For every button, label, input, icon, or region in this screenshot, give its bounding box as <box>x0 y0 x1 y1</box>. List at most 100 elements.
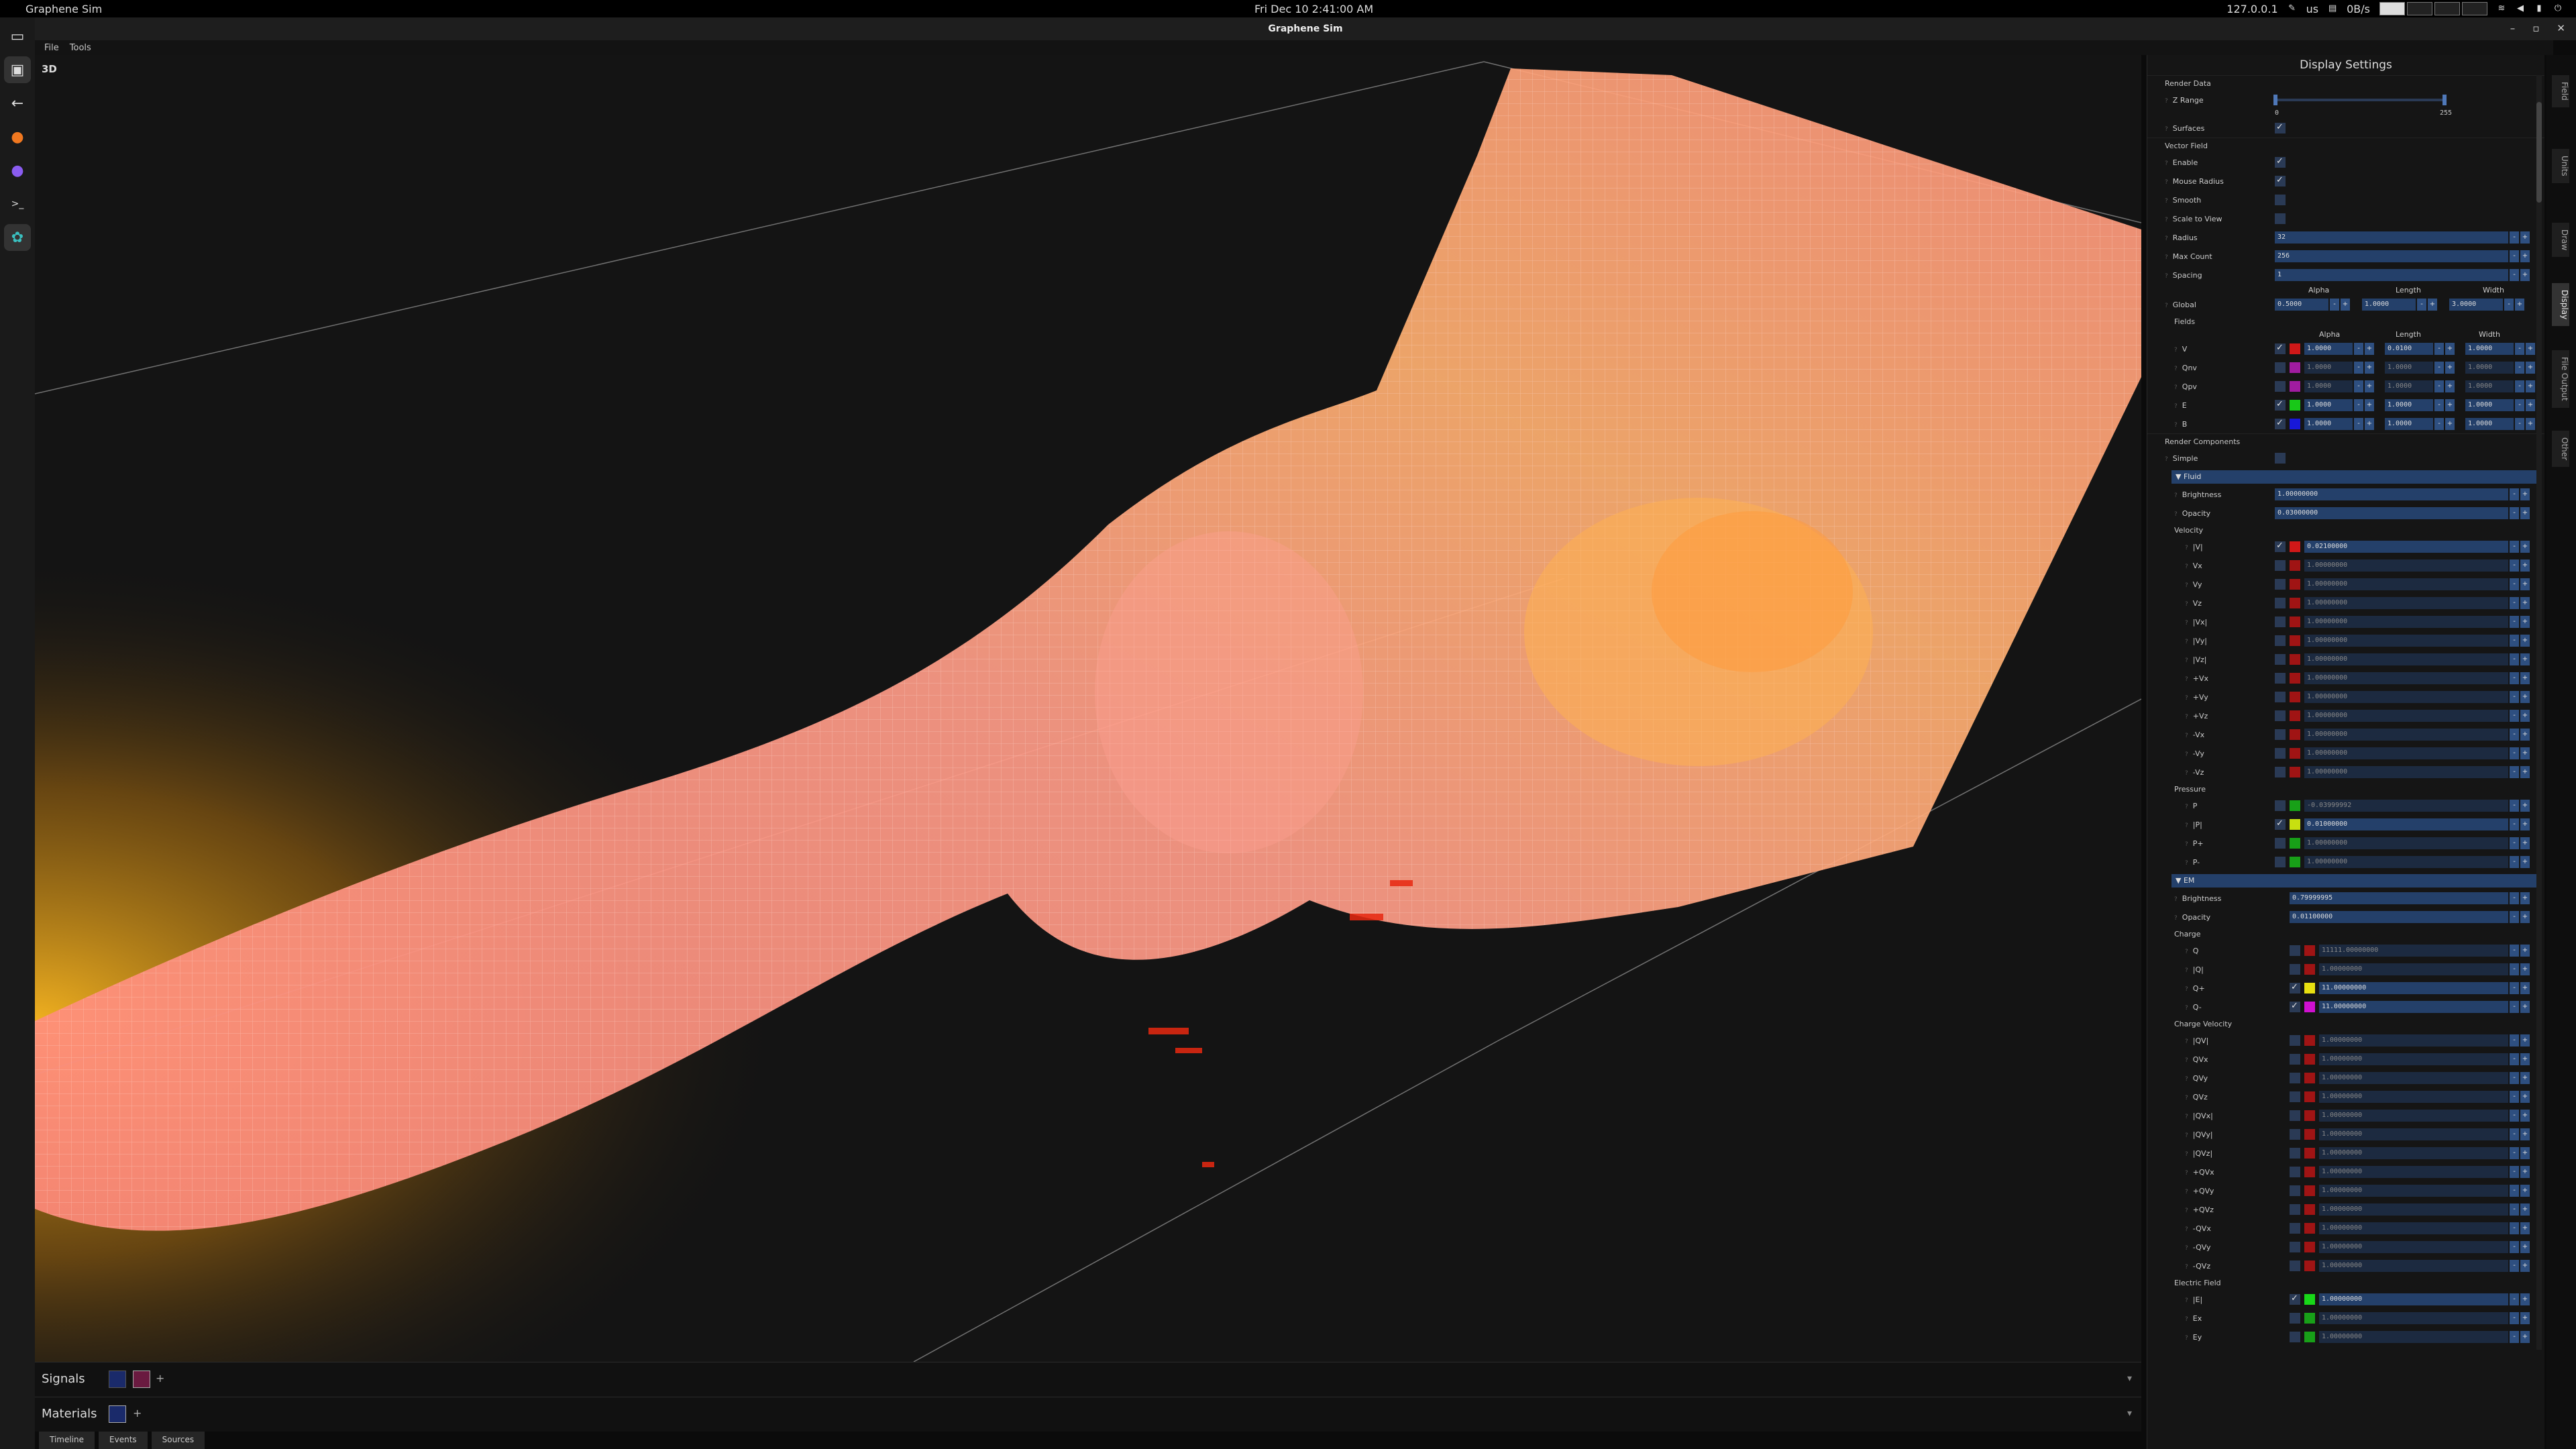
component-enable-checkbox[interactable] <box>2275 692 2286 702</box>
pen-icon[interactable]: ✎ <box>2288 4 2297 13</box>
increment-button[interactable]: + <box>2520 1001 2530 1013</box>
field-width-input[interactable]: 1.0000 <box>2465 343 2514 355</box>
decrement-button[interactable]: - <box>2515 418 2524 430</box>
field-enable-checkbox[interactable] <box>2275 343 2286 354</box>
component-enable-checkbox[interactable] <box>2290 1223 2300 1234</box>
increment-button[interactable]: + <box>2520 729 2530 741</box>
em-brightness-input[interactable]: 0.79999995 <box>2290 892 2508 904</box>
component-enable-checkbox[interactable] <box>2275 818 2286 830</box>
increment-button[interactable]: + <box>2520 488 2530 500</box>
decrement-button[interactable]: - <box>2510 507 2519 519</box>
terminal-icon[interactable]: >_ <box>4 191 31 217</box>
files-icon[interactable]: ▭ <box>4 23 31 50</box>
component-enable-checkbox[interactable] <box>2275 541 2286 552</box>
increment-button[interactable]: + <box>2445 362 2455 374</box>
component-enable-checkbox[interactable] <box>2290 1242 2300 1252</box>
settings-scroll-area[interactable]: Render Data Z Range 0 255 Surfaces Vecto… <box>2147 75 2544 1449</box>
increment-button[interactable]: + <box>2526 418 2535 430</box>
component-value-input[interactable]: 1.00000000 <box>2319 1331 2508 1343</box>
z-range-slider[interactable] <box>2275 99 2445 101</box>
component-value-input[interactable]: 1.00000000 <box>2319 1147 2508 1159</box>
chevron-down-icon[interactable]: ▾ <box>2127 1408 2132 1419</box>
decrement-button[interactable]: - <box>2510 616 2519 628</box>
component-color-swatch[interactable] <box>2304 1073 2315 1083</box>
section-electric-field[interactable]: Electric Field <box>2147 1275 2544 1290</box>
component-value-input[interactable]: 1.00000000 <box>2319 1053 2508 1065</box>
menu-tools[interactable]: Tools <box>70 43 91 53</box>
battery-icon[interactable]: ▮ <box>2534 4 2544 13</box>
increment-button[interactable]: + <box>2520 1222 2530 1234</box>
component-enable-checkbox[interactable] <box>2290 1110 2300 1121</box>
component-enable-checkbox[interactable] <box>2275 560 2286 571</box>
component-color-swatch[interactable] <box>2290 541 2300 552</box>
workspace-4[interactable] <box>2462 2 2487 15</box>
vf-smooth-checkbox[interactable] <box>2275 195 2286 205</box>
tab-timeline[interactable]: Timeline <box>39 1432 95 1449</box>
field-length-input[interactable]: 1.0000 <box>2385 380 2433 392</box>
decrement-button[interactable]: - <box>2510 963 2519 975</box>
decrement-button[interactable]: - <box>2354 418 2363 430</box>
decrement-button[interactable]: - <box>2510 1222 2519 1234</box>
app-grid-icon[interactable]: ✿ <box>4 224 31 251</box>
increment-button[interactable]: + <box>2520 1128 2530 1140</box>
increment-button[interactable]: + <box>2520 616 2530 628</box>
component-enable-checkbox[interactable] <box>2290 1129 2300 1140</box>
decrement-button[interactable]: - <box>2510 1166 2519 1178</box>
component-color-swatch[interactable] <box>2304 1313 2315 1324</box>
workspace-3[interactable] <box>2434 2 2460 15</box>
increment-button[interactable]: + <box>2520 559 2530 572</box>
component-enable-checkbox[interactable] <box>2275 729 2286 740</box>
increment-button[interactable]: + <box>2520 1185 2530 1197</box>
component-enable-checkbox[interactable] <box>2275 800 2286 811</box>
component-value-input[interactable]: 1.00000000 <box>2319 1312 2508 1324</box>
add-material-button[interactable]: + <box>133 1407 142 1419</box>
component-value-input[interactable]: 0.01000000 <box>2304 818 2508 830</box>
increment-button[interactable]: + <box>2365 380 2374 392</box>
increment-button[interactable]: + <box>2520 1293 2530 1305</box>
decrement-button[interactable]: - <box>2510 1128 2519 1140</box>
increment-button[interactable]: + <box>2520 766 2530 778</box>
z-range-min-handle[interactable] <box>2273 95 2277 105</box>
wifi-icon[interactable]: ≋ <box>2497 4 2506 13</box>
section-charge[interactable]: Charge <box>2147 926 2544 941</box>
decrement-button[interactable]: - <box>2510 856 2519 868</box>
component-color-swatch[interactable] <box>2290 819 2300 830</box>
decrement-button[interactable]: - <box>2510 766 2519 778</box>
increment-button[interactable]: + <box>2520 269 2530 281</box>
component-color-swatch[interactable] <box>2290 729 2300 740</box>
component-enable-checkbox[interactable] <box>2275 767 2286 777</box>
component-value-input[interactable]: 1.00000000 <box>2319 1293 2508 1305</box>
increment-button[interactable]: + <box>2365 362 2374 374</box>
decrement-button[interactable]: - <box>2434 380 2444 392</box>
increment-button[interactable]: + <box>2520 691 2530 703</box>
decrement-button[interactable]: - <box>2510 488 2519 500</box>
decrement-button[interactable]: - <box>2417 299 2426 311</box>
component-color-swatch[interactable] <box>2304 1204 2315 1215</box>
decrement-button[interactable]: - <box>2510 269 2519 281</box>
increment-button[interactable]: + <box>2520 710 2530 722</box>
component-value-input[interactable]: 1.00000000 <box>2304 766 2508 778</box>
vf-scale-checkbox[interactable] <box>2275 213 2286 224</box>
increment-button[interactable]: + <box>2365 399 2374 411</box>
component-value-input[interactable]: 1.00000000 <box>2319 1260 2508 1272</box>
increment-button[interactable]: + <box>2520 653 2530 665</box>
decrement-button[interactable]: - <box>2434 399 2444 411</box>
decrement-button[interactable]: - <box>2510 653 2519 665</box>
component-enable-checkbox[interactable] <box>2275 635 2286 646</box>
field-width-input[interactable]: 1.0000 <box>2465 362 2514 374</box>
field-width-input[interactable]: 1.0000 <box>2465 380 2514 392</box>
section-vector-field[interactable]: Vector Field <box>2147 138 2544 153</box>
component-color-swatch[interactable] <box>2304 1332 2315 1342</box>
component-value-input[interactable]: 1.00000000 <box>2304 559 2508 572</box>
increment-button[interactable]: + <box>2520 597 2530 609</box>
component-value-input[interactable]: 1.00000000 <box>2319 1110 2508 1122</box>
component-color-swatch[interactable] <box>2304 945 2315 956</box>
section-pressure[interactable]: Pressure <box>2147 782 2544 796</box>
decrement-button[interactable]: - <box>2510 672 2519 684</box>
increment-button[interactable]: + <box>2520 1072 2530 1084</box>
global-length-input[interactable]: 1.0000 <box>2362 299 2416 311</box>
component-color-swatch[interactable] <box>2304 1002 2315 1012</box>
field-enable-checkbox[interactable] <box>2275 362 2286 373</box>
decrement-button[interactable]: - <box>2515 362 2524 374</box>
increment-button[interactable]: + <box>2520 945 2530 957</box>
